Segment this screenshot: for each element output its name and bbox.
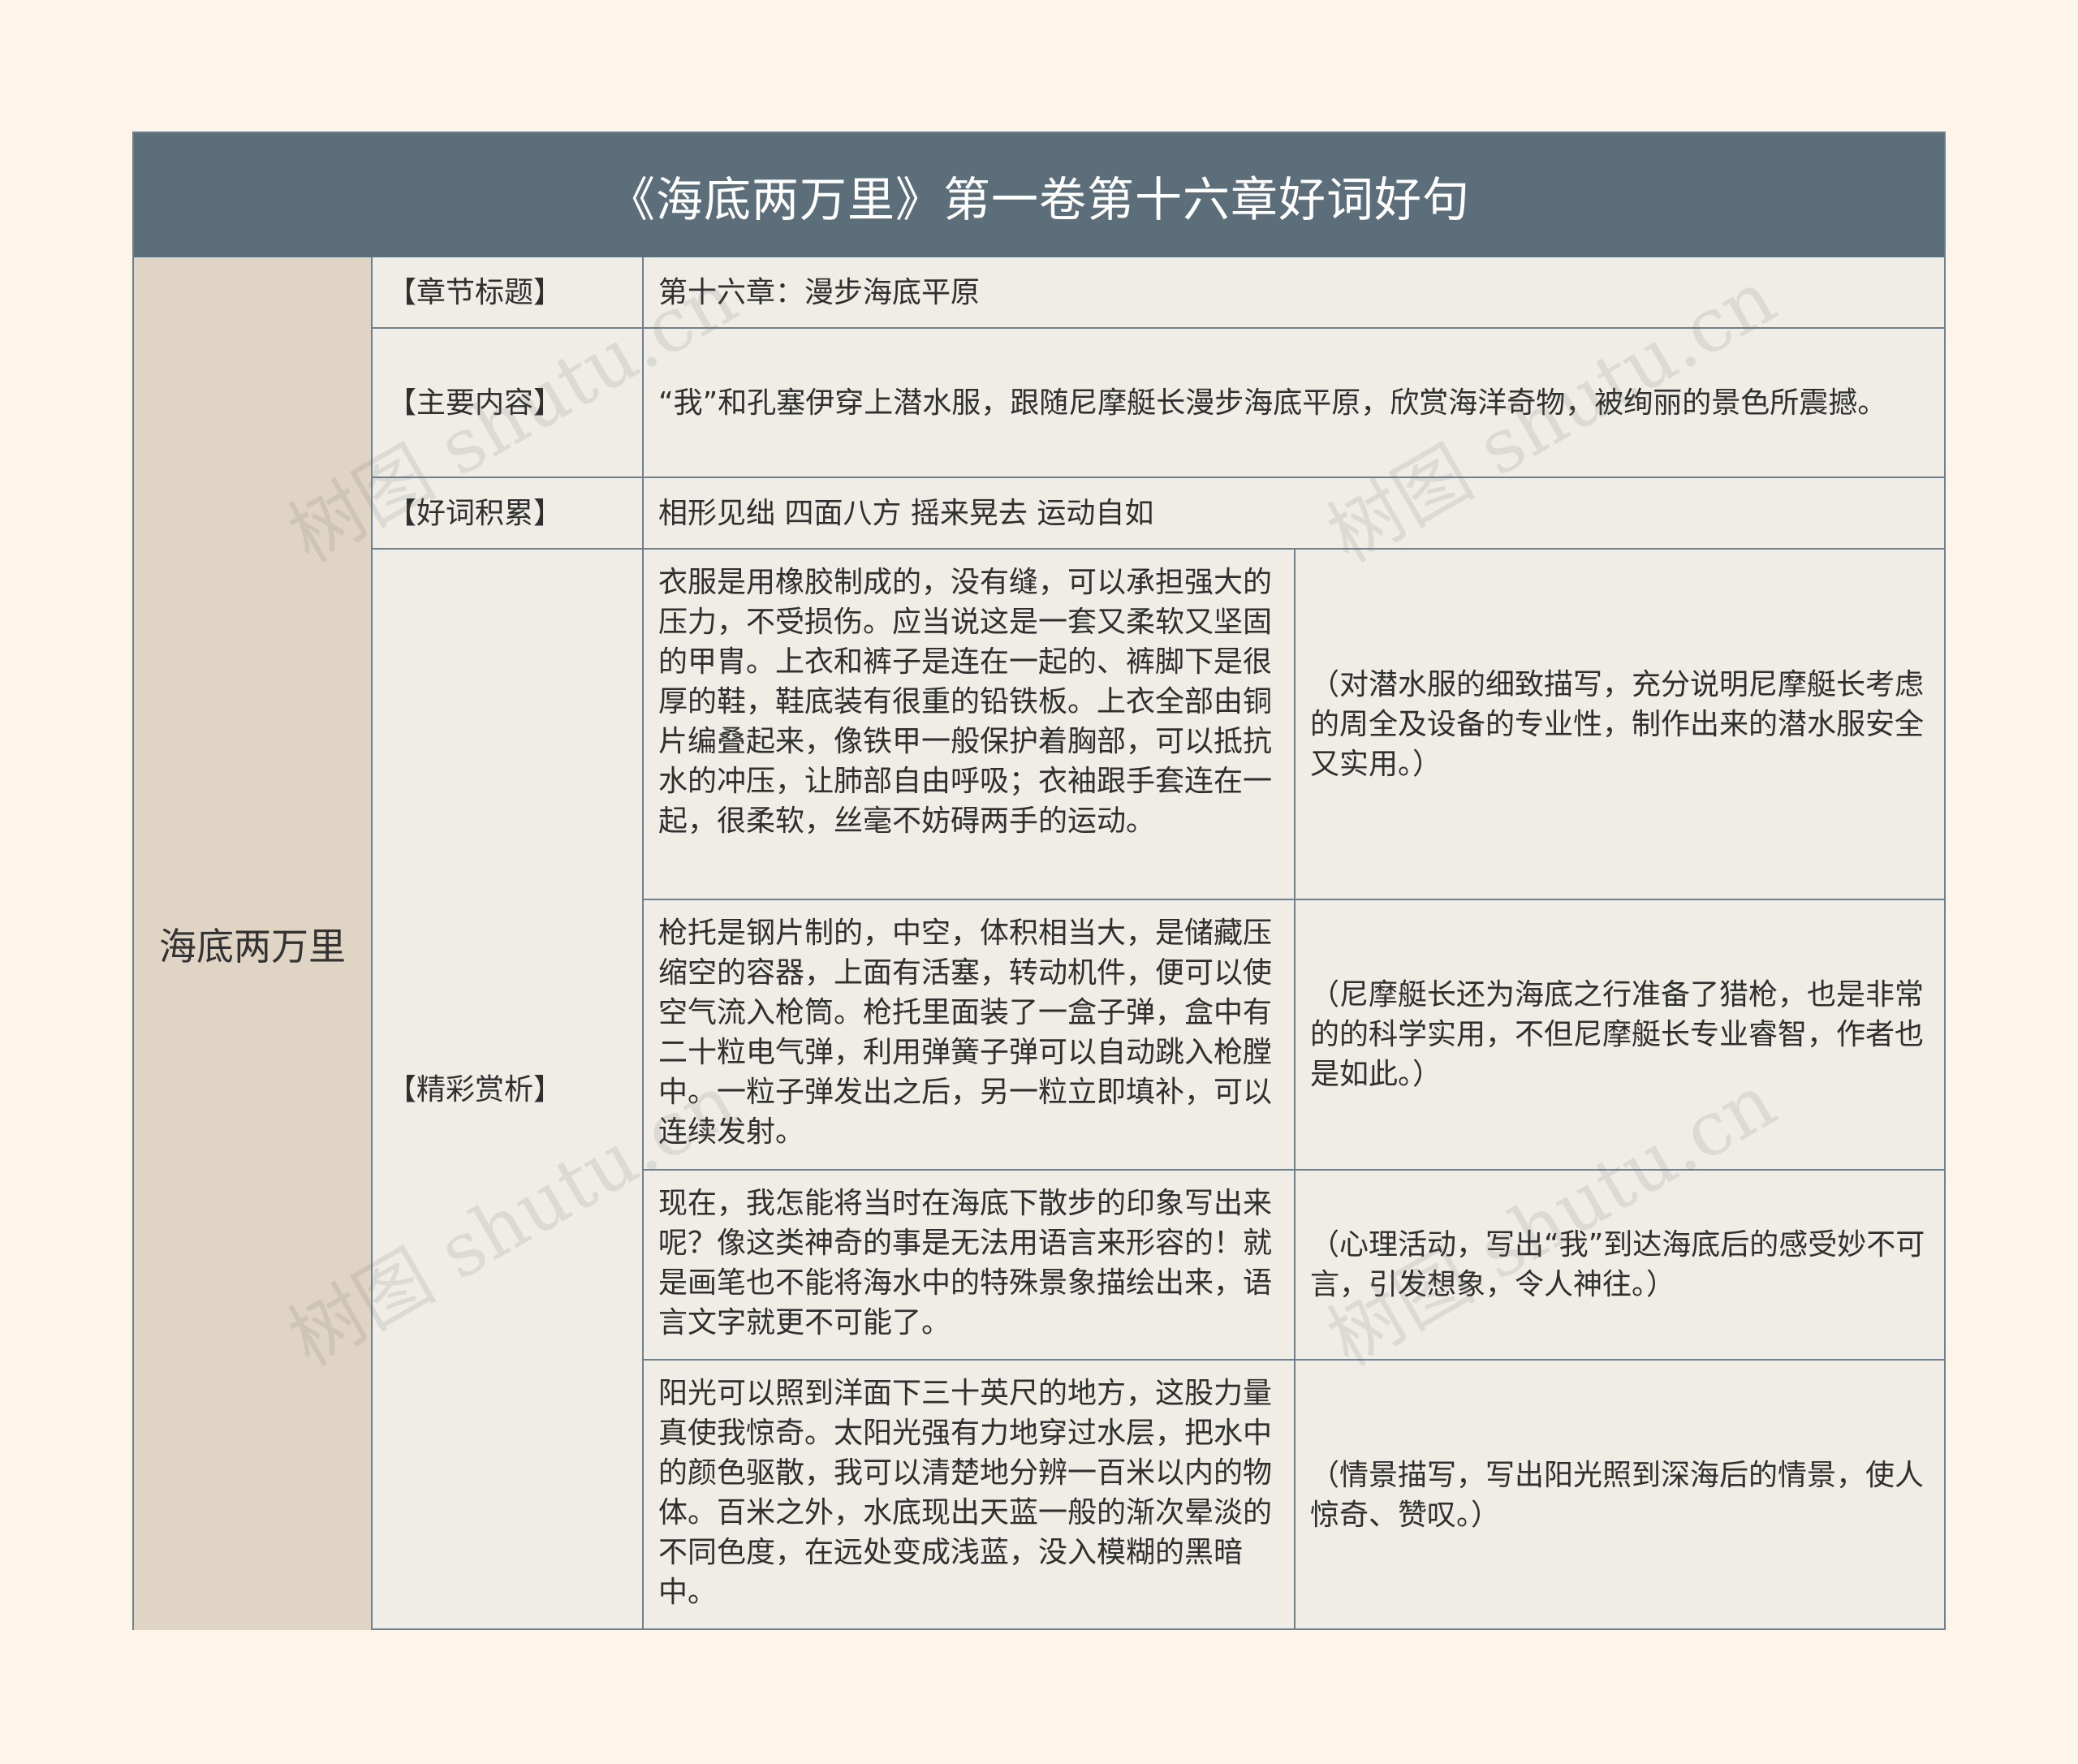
analysis-comment-3: （心理活动，写出“我”到达海底后的感受妙不可言，引发想象，令人神往。） (1296, 1171, 1944, 1361)
analysis-label: 【精彩赏析】 (373, 550, 644, 1630)
analysis-comment-2: （尼摩艇长还为海底之行准备了猎枪，也是非常的的科学实用，不但尼摩艇长专业睿智，作… (1296, 900, 1944, 1171)
chapter-value: 第十六章：漫步海底平原 (644, 257, 1944, 329)
words-value: 相形见绌 四面八方 摇来晃去 运动自如 (644, 478, 1944, 550)
analysis-quote-3: 现在，我怎能将当时在海底下散步的印象写出来呢？像这类神奇的事是无法用语言来形容的… (644, 1171, 1296, 1361)
root-topic: 海底两万里 (134, 257, 373, 1630)
mindmap-table: 《海底两万里》第一卷第十六章好词好句 海底两万里 【章节标题】 第十六章：漫步海… (132, 132, 1946, 1630)
analysis-comment-4: （情景描写，写出阳光照到深海后的情景，使人惊奇、赞叹。） (1310, 1459, 1925, 1532)
summary-value: “我”和孔塞伊穿上潜水服，跟随尼摩艇长漫步海底平原，欣赏海洋奇物，被绚丽的景色所… (644, 329, 1944, 478)
analysis-comment-1: （对潜水服的细致描写，充分说明尼摩艇长考虑的周全及设备的专业性，制作出来的潜水服… (1296, 550, 1944, 900)
words-label: 【好词积累】 (373, 478, 644, 550)
analysis-quote-2: 枪托是钢片制的，中空，体积相当大，是储藏压缩空的容器，上面有活塞，转动机件，便可… (644, 900, 1296, 1171)
summary-label: 【主要内容】 (373, 329, 644, 478)
page-title: 《海底两万里》第一卷第十六章好词好句 (134, 133, 1944, 257)
chapter-label: 【章节标题】 (373, 257, 644, 329)
analysis-quote-4: 阳光可以照到洋面下三十英尺的地方，这股力量真使我惊奇。太阳光强有力地穿过水层，把… (644, 1361, 1296, 1630)
analysis-quote-1: 衣服是用橡胶制成的，没有缝，可以承担强大的压力，不受损伤。应当说这是一套又柔软又… (644, 550, 1296, 900)
